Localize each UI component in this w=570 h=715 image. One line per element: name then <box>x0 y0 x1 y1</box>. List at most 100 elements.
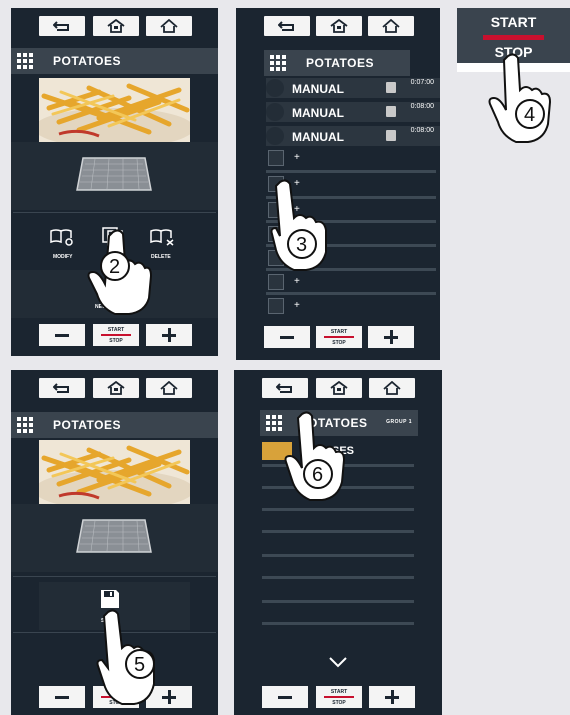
back-arrow-icon <box>53 383 69 393</box>
chef-home-button[interactable] <box>316 378 362 398</box>
stop-label: STOP <box>332 340 346 346</box>
stop-label: STOP <box>332 700 346 706</box>
home-button[interactable] <box>369 378 415 398</box>
chevron-down-icon[interactable] <box>328 656 348 668</box>
step-number: 5 <box>134 654 145 676</box>
stop-label: STOP <box>109 338 123 344</box>
recipe-title-bar: POTATOES <box>11 48 218 74</box>
minus-button[interactable] <box>264 326 310 348</box>
empty-step-box[interactable] <box>268 298 284 314</box>
bottom-bar: START STOP <box>236 326 440 350</box>
pointing-hand-icon: 2 <box>87 229 153 315</box>
step-icon <box>266 79 284 97</box>
add-step-label[interactable]: + <box>294 300 300 311</box>
back-button[interactable] <box>264 16 310 36</box>
step-icon <box>266 127 284 145</box>
program-time: 0:08:00 <box>410 127 434 134</box>
start-stop-button[interactable]: START STOP <box>316 326 362 348</box>
plus-button[interactable] <box>368 326 414 348</box>
empty-step-box[interactable] <box>268 150 284 166</box>
minus-button[interactable] <box>39 324 85 346</box>
start-label: START <box>330 689 348 695</box>
chef-home-button[interactable] <box>93 378 139 398</box>
home-icon <box>382 19 400 33</box>
back-arrow-icon <box>53 21 69 31</box>
divider <box>13 576 216 577</box>
memory-icon <box>386 82 396 93</box>
divider <box>262 576 414 579</box>
chef-home-icon <box>330 19 348 33</box>
pointing-hand-icon: 4 <box>488 53 552 143</box>
minus-button[interactable] <box>262 686 308 708</box>
grid-icon <box>270 55 286 71</box>
fries-photo <box>39 440 190 504</box>
tray-icon <box>76 519 152 553</box>
recipe-title: POTATOES <box>53 418 122 432</box>
grid-icon <box>17 417 33 433</box>
grid-icon <box>266 415 282 431</box>
chef-home-button[interactable] <box>93 16 139 36</box>
memory-icon <box>386 130 396 141</box>
step-number: 4 <box>524 104 535 126</box>
program-row[interactable]: MANUAL 0:08:00 <box>266 126 440 146</box>
top-nav <box>236 16 440 38</box>
back-button[interactable] <box>39 16 85 36</box>
top-nav <box>234 378 442 400</box>
start-stop-indicator <box>101 334 131 336</box>
program-row[interactable]: MANUAL 0:08:00 <box>266 102 440 122</box>
grid-icon <box>17 53 33 69</box>
book-eye-icon[interactable] <box>49 228 75 246</box>
back-arrow-icon <box>278 21 294 31</box>
start-stop-indicator <box>483 35 544 40</box>
start-stop-indicator <box>324 336 354 338</box>
chef-home-icon <box>107 381 125 395</box>
program-name: MANUAL <box>292 106 344 120</box>
home-button[interactable] <box>146 16 192 36</box>
tray-area <box>11 142 218 210</box>
program-name: MANUAL <box>292 130 344 144</box>
start-label: START <box>330 329 348 335</box>
start-stop-indicator <box>324 696 354 698</box>
program-time: 0:07:00 <box>410 79 434 86</box>
start-stop-button[interactable]: START STOP <box>93 324 139 346</box>
back-button[interactable] <box>262 378 308 398</box>
add-step-label[interactable]: + <box>294 276 300 287</box>
group-label: GROUP 1 <box>386 419 412 425</box>
divider <box>13 212 216 213</box>
step-number: 3 <box>296 234 307 256</box>
divider <box>266 292 436 295</box>
plus-button[interactable] <box>146 324 192 346</box>
program-name: MANUAL <box>292 82 344 96</box>
home-icon <box>383 381 401 395</box>
divider <box>266 170 436 173</box>
tray-icon <box>76 157 152 191</box>
home-button[interactable] <box>146 378 192 398</box>
program-row[interactable]: MANUAL 0:07:00 <box>266 78 440 98</box>
chef-home-icon <box>330 381 348 395</box>
start-label: START <box>490 14 537 30</box>
divider <box>262 600 414 603</box>
bottom-bar: START STOP <box>234 686 442 710</box>
home-icon <box>160 381 178 395</box>
top-nav <box>11 16 218 38</box>
recipe-title-bar: POTATOES <box>11 412 218 438</box>
minus-button[interactable] <box>39 686 85 708</box>
program-time: 0:08:00 <box>410 103 434 110</box>
step-number: 2 <box>109 256 120 278</box>
home-button[interactable] <box>368 16 414 36</box>
back-button[interactable] <box>39 378 85 398</box>
modify-label: MODIFY <box>53 254 73 260</box>
chef-home-icon <box>107 19 125 33</box>
start-stop-button[interactable]: START STOP <box>316 686 362 708</box>
empty-step-box[interactable] <box>268 274 284 290</box>
home-icon <box>160 19 178 33</box>
top-nav <box>11 378 218 400</box>
pointing-hand-icon: 6 <box>284 411 346 501</box>
add-step-label[interactable]: + <box>294 152 300 163</box>
recipe-title-bar: POTATOES <box>264 50 410 76</box>
plus-button[interactable] <box>369 686 415 708</box>
back-arrow-icon <box>276 383 292 393</box>
chef-home-button[interactable] <box>316 16 362 36</box>
divider <box>262 530 414 533</box>
save-icon[interactable] <box>99 588 121 610</box>
